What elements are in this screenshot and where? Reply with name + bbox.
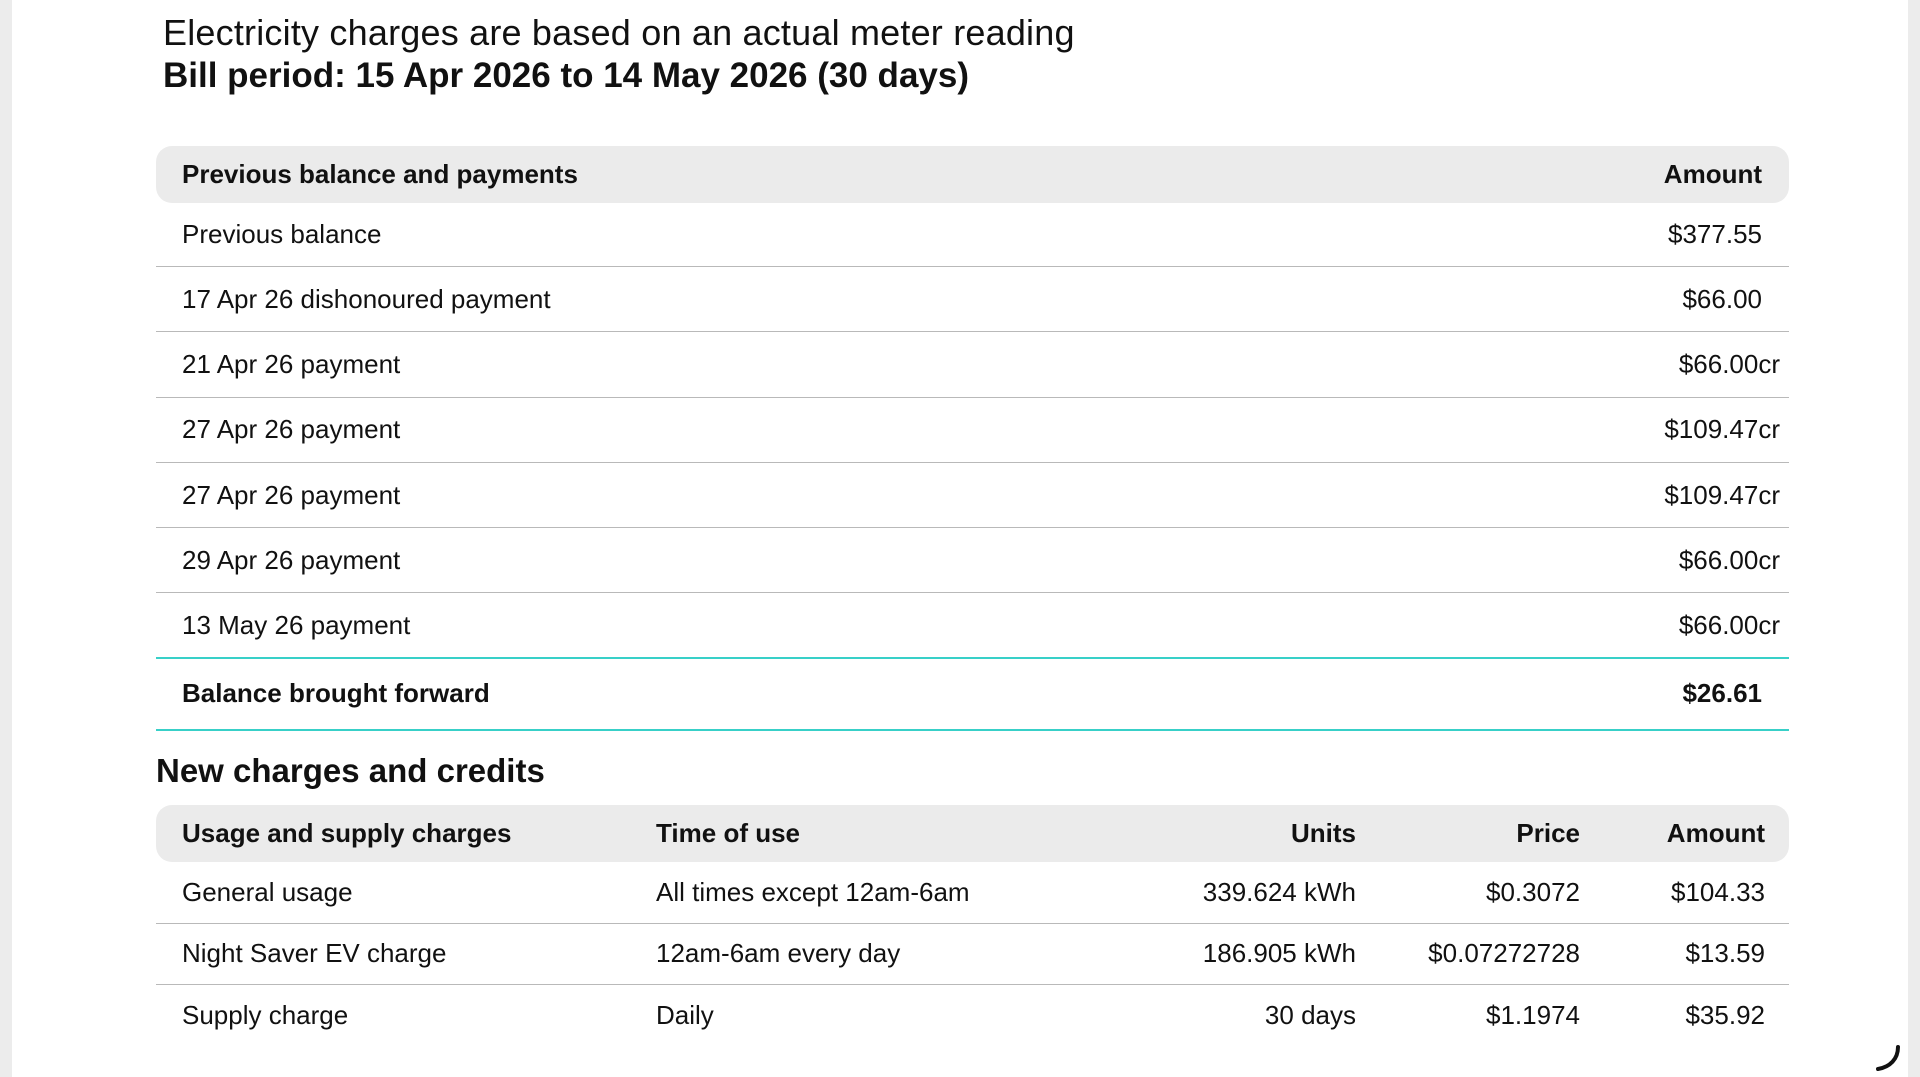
row-description: Previous balance: [182, 219, 382, 249]
meter-reading-note: Electricity charges are based on an actu…: [163, 12, 1075, 53]
header-amount: Amount: [1666, 818, 1765, 848]
table-row: 21 Apr 26 payment $66.00cr: [156, 332, 1789, 398]
row-amount: $109.47cr: [1664, 479, 1780, 510]
row-description: 17 Apr 26 dishonoured payment: [182, 283, 551, 314]
header-time-of-use: Time of use: [656, 818, 801, 848]
row-amount: $109.47cr: [1664, 414, 1780, 445]
charge-name: Night Saver EV charge: [182, 938, 447, 969]
units: 186.905 kWh: [1202, 938, 1356, 969]
table-row: General usage All times except 12am-6am …: [156, 862, 1789, 924]
price: $0.3072: [1486, 876, 1580, 907]
usage-charges-table: Usage and supply charges Time of use Uni…: [156, 805, 1789, 1047]
time-of-use: All times except 12am-6am: [656, 876, 970, 907]
row-amount: $66.00cr: [1678, 544, 1780, 575]
table-row: Supply charge Daily 30 days $1.1974 $35.…: [156, 985, 1789, 1047]
table-row: 17 Apr 26 dishonoured payment $66.00: [156, 267, 1789, 333]
charge-name: General usage: [182, 876, 353, 907]
price: $0.07272728: [1428, 938, 1580, 969]
previous-balance-table-header: Previous balance and payments Amount: [156, 146, 1789, 203]
row-amount: $377.55: [1668, 219, 1762, 249]
amount: $104.33: [1671, 876, 1765, 907]
amount: $35.92: [1685, 1000, 1765, 1031]
units: 30 days: [1264, 1000, 1356, 1031]
header-amount: Amount: [1663, 159, 1762, 189]
table-row: 27 Apr 26 payment $109.47cr: [156, 398, 1789, 463]
total-label: Balance brought forward: [182, 678, 490, 709]
units: 339.624 kWh: [1202, 876, 1356, 907]
balance-brought-forward-row: Balance brought forward $26.61: [156, 659, 1789, 731]
time-of-use: 12am-6am every day: [656, 938, 901, 969]
row-description: 13 May 26 payment: [182, 609, 411, 640]
previous-balance-table: Previous balance and payments Amount Pre…: [156, 146, 1789, 731]
table-row: 27 Apr 26 payment $109.47cr: [156, 463, 1789, 529]
header-price: Price: [1516, 818, 1580, 848]
table-row: Night Saver EV charge 12am-6am every day…: [156, 924, 1789, 985]
bill-period: Bill period: 15 Apr 2026 to 14 May 2026 …: [163, 56, 969, 95]
row-amount: $66.00cr: [1678, 609, 1780, 640]
header-units: Units: [1291, 818, 1356, 848]
page-curl-icon: [1876, 1045, 1900, 1071]
time-of-use: Daily: [656, 1000, 714, 1031]
row-description: 27 Apr 26 payment: [182, 479, 401, 510]
charge-name: Supply charge: [182, 1000, 349, 1031]
row-description: 27 Apr 26 payment: [182, 414, 401, 445]
total-amount: $26.61: [1682, 678, 1762, 709]
table-row: 29 Apr 26 payment $66.00cr: [156, 528, 1789, 594]
header-charge: Usage and supply charges: [182, 818, 512, 848]
row-description: 29 Apr 26 payment: [182, 544, 401, 575]
table-row: Previous balance $377.55: [156, 203, 1789, 267]
row-amount: $66.00cr: [1678, 348, 1780, 379]
row-amount: $66.00: [1682, 283, 1762, 314]
price: $1.1974: [1486, 1000, 1580, 1031]
table-row: 13 May 26 payment $66.00cr: [156, 593, 1789, 659]
usage-charges-table-header: Usage and supply charges Time of use Uni…: [156, 805, 1789, 862]
header-description: Previous balance and payments: [182, 159, 578, 189]
row-description: 21 Apr 26 payment: [182, 348, 401, 379]
new-charges-title: New charges and credits: [156, 752, 545, 789]
bill-page: Electricity charges are based on an actu…: [12, 0, 1908, 1077]
amount: $13.59: [1685, 938, 1765, 969]
